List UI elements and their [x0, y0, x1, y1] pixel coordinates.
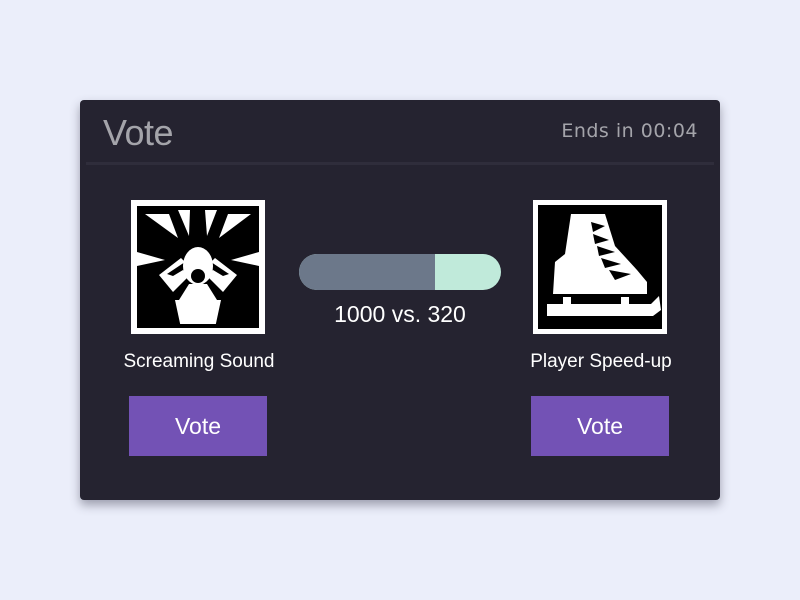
vote-header: Vote Ends in 00:04	[86, 100, 714, 165]
option-label-right: Player Speed-up	[530, 351, 672, 372]
vote-count-text: 1000 vs. 320	[334, 301, 466, 327]
ice-skate-icon	[533, 200, 667, 334]
vote-button-right[interactable]: Vote	[531, 396, 669, 456]
vote-button-left[interactable]: Vote	[129, 396, 267, 456]
vote-tally-bar	[299, 254, 501, 290]
screaming-person-icon	[131, 200, 265, 334]
countdown-timer: Ends in 00:04	[561, 120, 698, 142]
vote-title: Vote	[103, 112, 174, 153]
option-label-left: Screaming Sound	[123, 351, 275, 372]
vote-tally-fill	[299, 254, 436, 290]
vote-panel: Vote Ends in 00:04 Screaming Sound Vote …	[80, 100, 720, 500]
